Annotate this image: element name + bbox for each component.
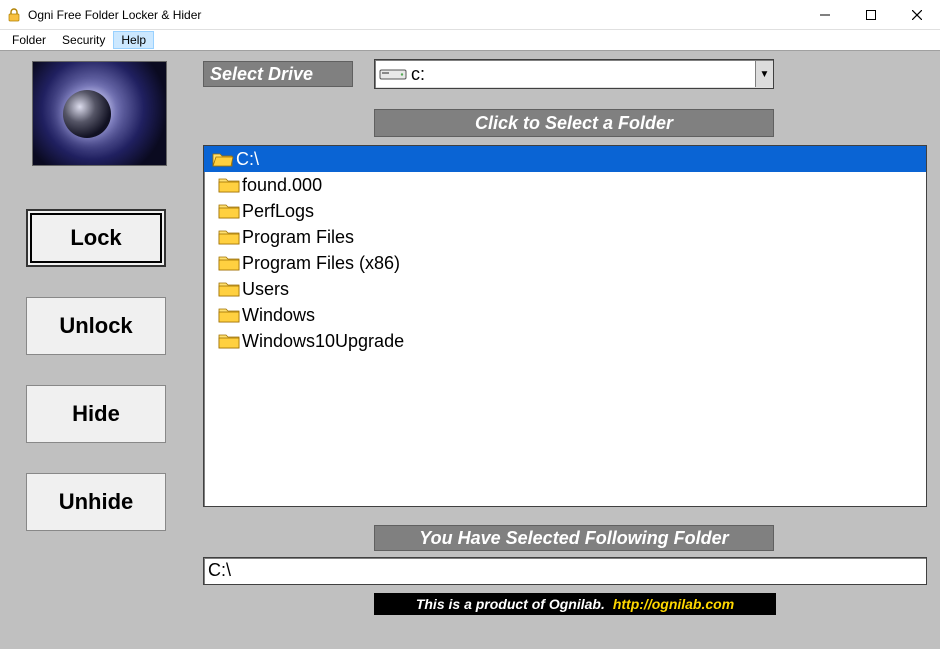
tree-row[interactable]: Program Files (x86) [204,250,926,276]
menu-folder[interactable]: Folder [4,31,54,49]
tree-row[interactable]: found.000 [204,172,926,198]
tree-row[interactable]: Users [204,276,926,302]
menu-help[interactable]: Help [113,31,154,49]
tree-item-label: Windows10Upgrade [242,331,404,352]
folder-icon [218,202,240,220]
logo-eye-image [32,61,167,166]
tree-item-label: Windows [242,305,315,326]
select-drive-label: Select Drive [203,61,353,87]
window-title: Ogni Free Folder Locker & Hider [28,8,802,22]
tree-item-label: Program Files (x86) [242,253,400,274]
window-controls [802,0,940,30]
folder-icon [218,228,240,246]
close-button[interactable] [894,0,940,30]
tree-item-label: Users [242,279,289,300]
unlock-button[interactable]: Unlock [26,297,166,355]
folder-tree[interactable]: C:\ found.000 PerfLogs Program Files Program… [203,145,927,507]
tree-row[interactable]: Program Files [204,224,926,250]
folder-icon [218,332,240,350]
folder-open-icon [212,150,234,168]
drive-selected-text: c: [411,64,425,85]
tree-item-label: found.000 [242,175,322,196]
drive-combobox-value: c: [375,64,755,85]
drive-combobox[interactable]: c: ▼ [374,59,774,89]
footer-text: This is a product of Ognilab. [416,596,605,612]
lock-button[interactable]: Lock [26,209,166,267]
tree-row[interactable]: Windows10Upgrade [204,328,926,354]
chevron-down-icon[interactable]: ▼ [755,61,773,87]
selected-folder-label: You Have Selected Following Folder [374,525,774,551]
tree-row[interactable]: Windows [204,302,926,328]
menubar: Folder Security Help [0,30,940,50]
tree-row[interactable]: PerfLogs [204,198,926,224]
minimize-button[interactable] [802,0,848,30]
drive-icon [379,66,407,82]
footer-link[interactable]: http://ognilab.com [613,596,734,612]
action-buttons-panel: Lock Unlock Hide Unhide [26,209,166,561]
selected-path-field[interactable]: C:\ [203,557,927,585]
tree-item-label: Program Files [242,227,354,248]
folder-icon [218,306,240,324]
client-area: Lock Unlock Hide Unhide Select Drive c: … [0,50,940,649]
app-icon [6,7,22,23]
tree-item-label: PerfLogs [242,201,314,222]
unhide-button[interactable]: Unhide [26,473,166,531]
maximize-button[interactable] [848,0,894,30]
hide-button[interactable]: Hide [26,385,166,443]
footer-credit: This is a product of Ognilab. http://ogn… [374,593,776,615]
select-folder-button[interactable]: Click to Select a Folder [374,109,774,137]
folder-icon [218,254,240,272]
titlebar: Ogni Free Folder Locker & Hider [0,0,940,30]
menu-security[interactable]: Security [54,31,113,49]
folder-icon [218,176,240,194]
folder-icon [218,280,240,298]
tree-item-label: C:\ [236,149,259,170]
tree-row[interactable]: C:\ [204,146,926,172]
